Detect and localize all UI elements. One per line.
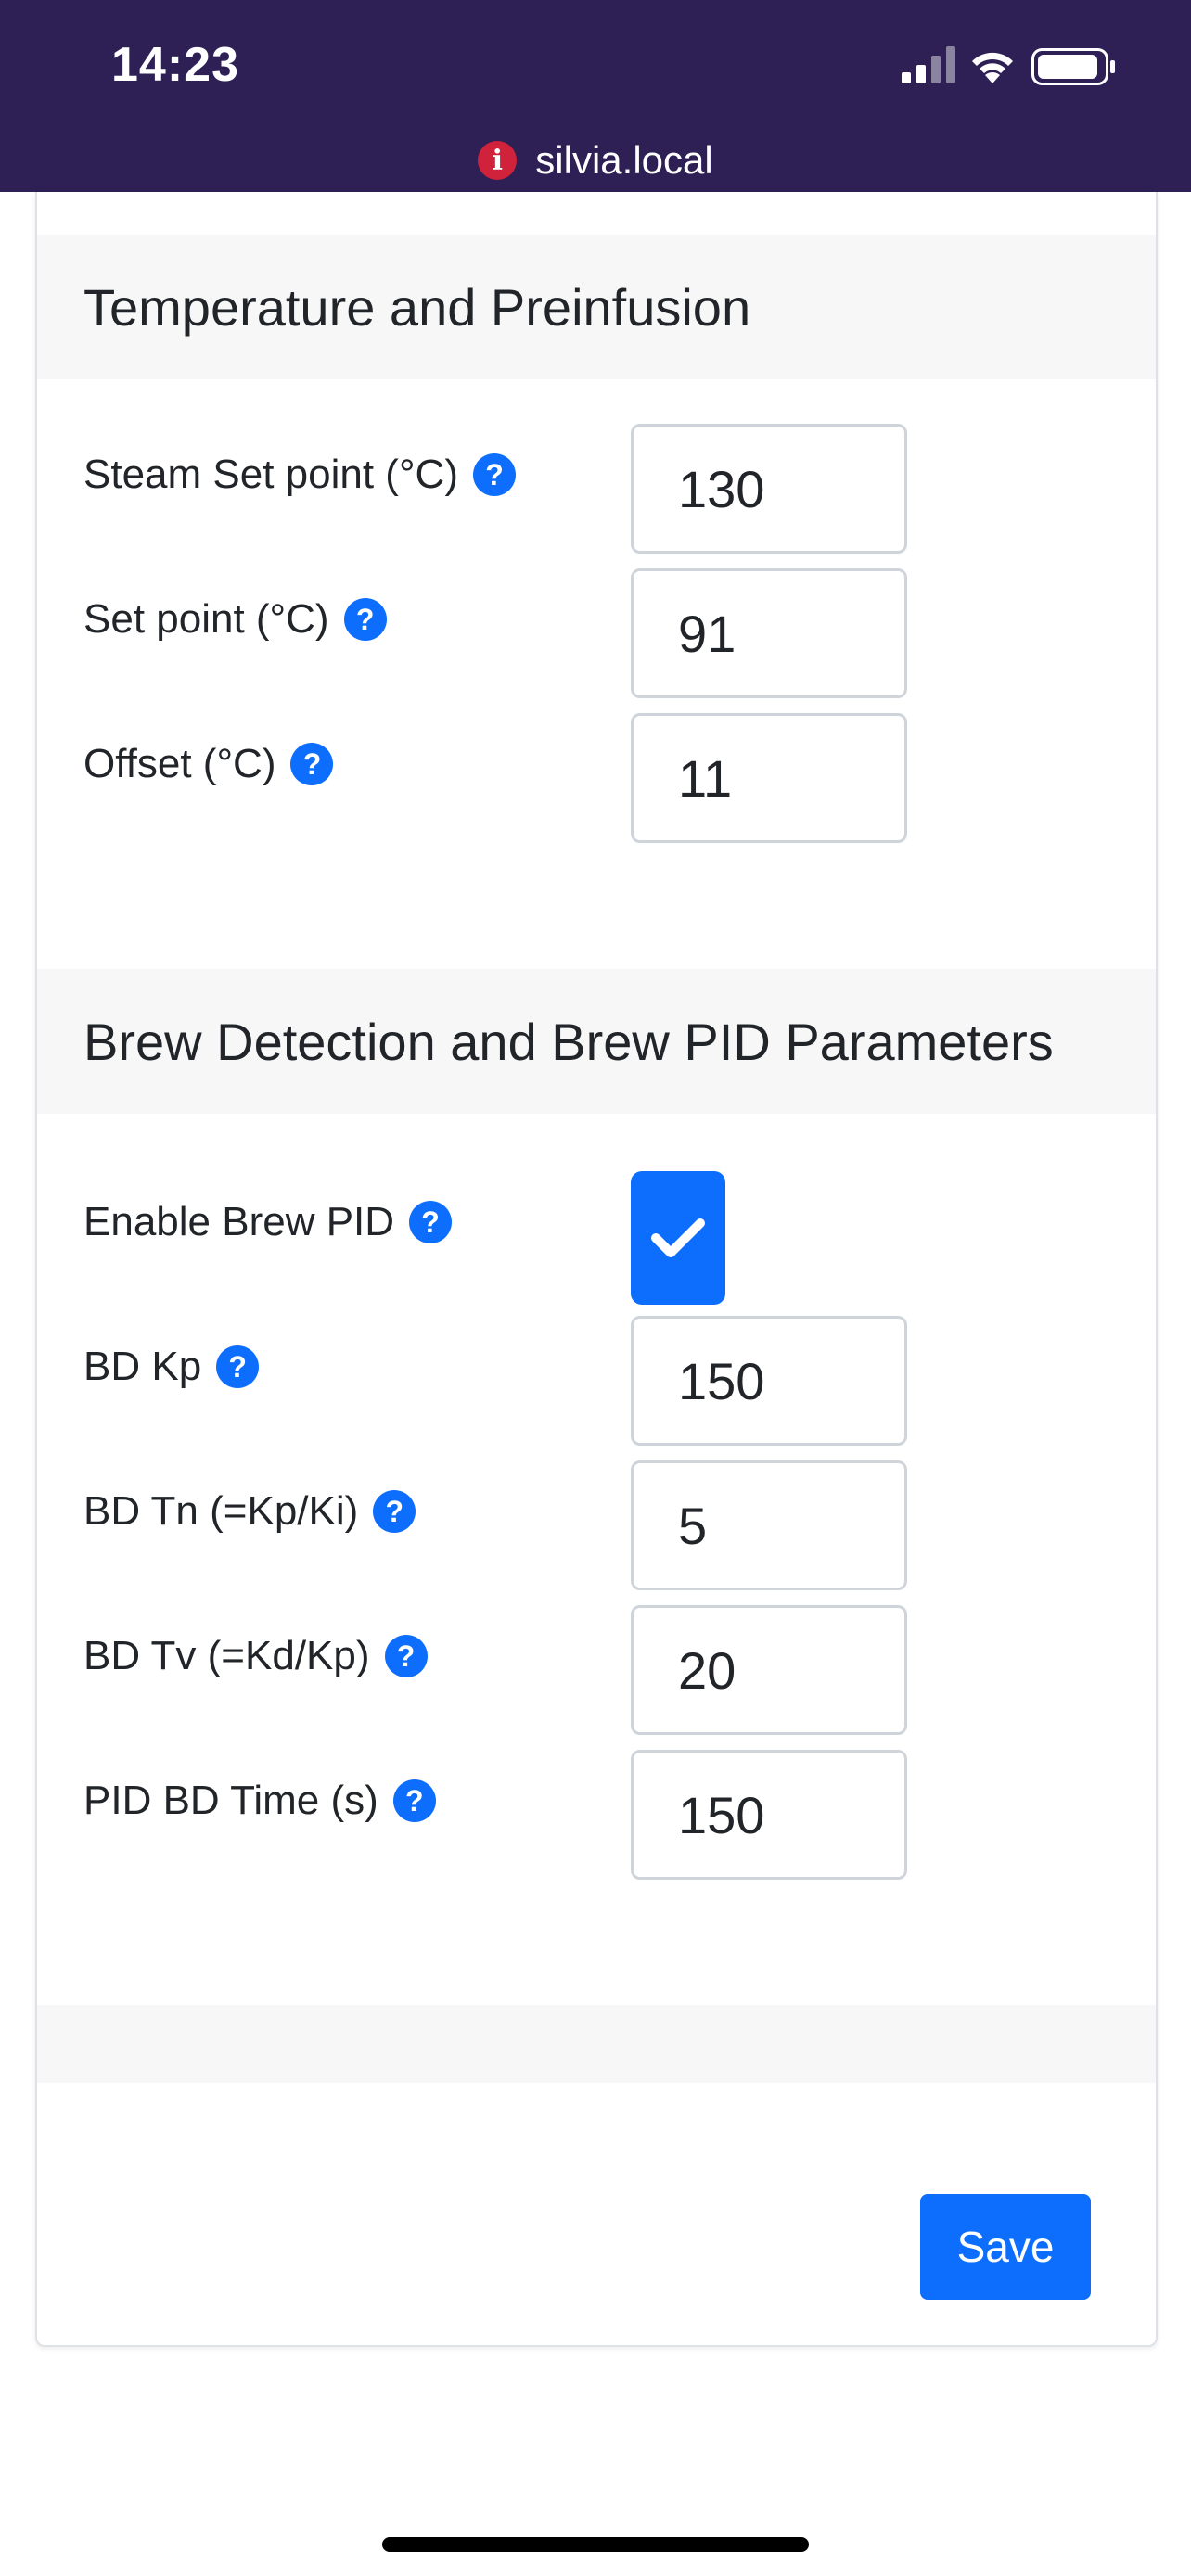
help-icon[interactable]: ? <box>216 1345 260 1388</box>
field-label: PID BD Time (s) ? <box>83 1778 436 1824</box>
field-label: BD Kp ? <box>83 1344 260 1390</box>
bd-kp-input[interactable]: 150 <box>631 1316 907 1446</box>
wifi-icon <box>972 52 1013 83</box>
bd-tv-input[interactable]: 20 <box>631 1605 907 1735</box>
setpoint-input[interactable]: 91 <box>631 568 907 698</box>
field-label-text: Steam Set point (°C) <box>83 452 458 497</box>
battery-icon <box>1031 48 1115 85</box>
form-row-enable-brew-pid: Enable Brew PID ? <box>37 1171 1156 1305</box>
field-label: BD Tn (=Kp/Ki) ? <box>83 1488 416 1535</box>
field-label: Set point (°C) ? <box>83 596 387 643</box>
save-button[interactable]: Save <box>920 2194 1091 2300</box>
form-row-pid-bd-time: PID BD Time (s) ? 150 <box>37 1750 1156 1883</box>
steam-setpoint-input[interactable]: 130 <box>631 424 907 554</box>
form-row-offset: Offset (°C) ? 11 <box>37 713 1156 847</box>
form-row-bd-kp: BD Kp ? 150 <box>37 1316 1156 1449</box>
section-title: Temperature and Preinfusion <box>83 277 751 337</box>
cellular-signal-icon <box>902 46 955 83</box>
help-icon[interactable]: ? <box>472 453 516 496</box>
help-icon[interactable]: ? <box>392 1779 436 1822</box>
help-icon[interactable]: ? <box>343 598 387 641</box>
offset-input[interactable]: 11 <box>631 713 907 843</box>
page: 14:23 i silvia.local Temperature and Pre… <box>0 0 1191 2576</box>
form-row-bd-tv: BD Tv (=Kd/Kp) ? 20 <box>37 1605 1156 1739</box>
help-icon[interactable]: ? <box>290 743 334 785</box>
bd-tn-input[interactable]: 5 <box>631 1460 907 1590</box>
field-label-text: BD Tn (=Kp/Ki) <box>83 1488 359 1534</box>
form-row-steam-setpoint: Steam Set point (°C) ? 130 <box>37 424 1156 557</box>
field-label-text: BD Tv (=Kd/Kp) <box>83 1633 370 1678</box>
field-label-text: Offset (°C) <box>83 741 276 786</box>
status-time: 14:23 <box>111 38 239 92</box>
pid-bd-time-input[interactable]: 150 <box>631 1750 907 1880</box>
field-label-text: Enable Brew PID <box>83 1199 395 1244</box>
field-label: Offset (°C) ? <box>83 741 334 787</box>
form-row-setpoint: Set point (°C) ? 91 <box>37 568 1156 702</box>
field-label: Enable Brew PID ? <box>83 1199 453 1245</box>
home-indicator <box>382 2537 809 2552</box>
form-row-bd-tn: BD Tn (=Kp/Ki) ? 5 <box>37 1460 1156 1594</box>
url-text[interactable]: silvia.local <box>535 138 712 183</box>
field-label-text: BD Kp <box>83 1344 202 1389</box>
field-label: Steam Set point (°C) ? <box>83 452 516 498</box>
help-icon[interactable]: ? <box>409 1201 453 1243</box>
field-label: BD Tv (=Kd/Kp) ? <box>83 1633 428 1679</box>
help-icon[interactable]: ? <box>384 1635 428 1677</box>
section-title: Brew Detection and Brew PID Parameters <box>83 1012 1054 1071</box>
checkmark-icon <box>651 1218 705 1257</box>
url-bar[interactable]: i silvia.local <box>0 134 1191 186</box>
section-header-brew: Brew Detection and Brew PID Parameters <box>37 969 1156 1114</box>
help-icon[interactable]: ? <box>373 1490 416 1533</box>
insecure-warning-icon[interactable]: i <box>478 141 518 180</box>
section-header-temperature: Temperature and Preinfusion <box>37 235 1156 379</box>
section-header-empty <box>37 2005 1156 2083</box>
settings-card: Temperature and Preinfusion Steam Set po… <box>35 192 1158 2347</box>
enable-brew-pid-checkbox[interactable] <box>631 1171 725 1305</box>
field-label-text: PID BD Time (s) <box>83 1778 378 1823</box>
field-label-text: Set point (°C) <box>83 596 329 642</box>
status-bar: 14:23 i silvia.local <box>0 0 1191 192</box>
